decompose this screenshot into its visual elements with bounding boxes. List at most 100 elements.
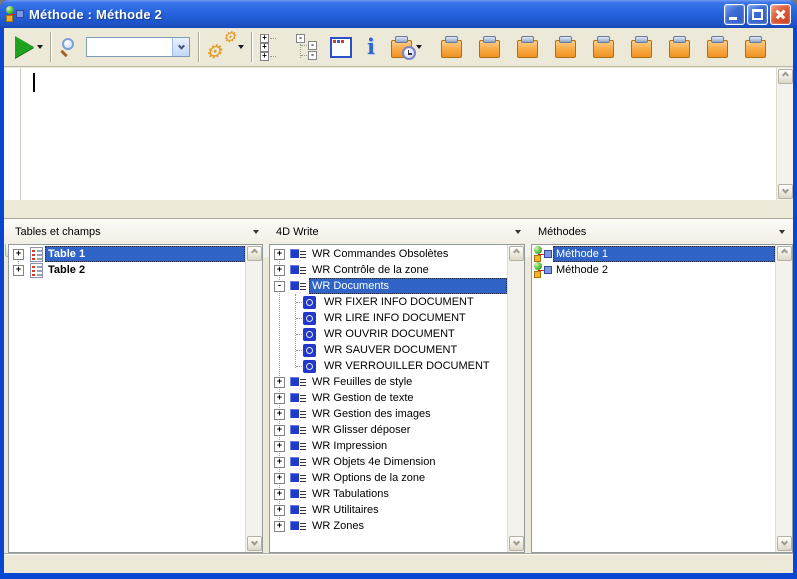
theme-row[interactable]: + WR Objets 4e Dimension: [270, 454, 507, 470]
theme-row[interactable]: + WR Gestion de texte: [270, 390, 507, 406]
clipboard-3-button[interactable]: [513, 31, 542, 63]
theme-row[interactable]: - WR Documents: [270, 278, 507, 294]
theme-label: WR Zones: [312, 520, 364, 532]
command-row[interactable]: WR SAUVER DOCUMENT: [270, 342, 507, 358]
clipboard-6-button[interactable]: [627, 31, 656, 63]
scroll-down-button[interactable]: [778, 184, 793, 199]
tables-header-label: Tables et champs: [15, 226, 101, 238]
expand-all-button[interactable]: + + +: [257, 31, 283, 63]
method-window-icon[interactable]: [6, 6, 23, 22]
info-icon: i: [367, 35, 375, 59]
expand-toggle[interactable]: +: [274, 393, 285, 404]
editor-vertical-scrollbar[interactable]: [776, 68, 793, 200]
command-label: WR VERROUILLER DOCUMENT: [324, 360, 490, 372]
theme-row[interactable]: + WR Zones: [270, 518, 507, 534]
clipboard-2-button[interactable]: [475, 31, 504, 63]
expand-toggle[interactable]: +: [13, 265, 24, 276]
expand-toggle[interactable]: +: [274, 505, 285, 516]
theme-label: WR Contrôle de la zone: [312, 264, 429, 276]
scroll-up-button[interactable]: [778, 69, 793, 84]
minimize-button[interactable]: [724, 4, 745, 25]
run-dropdown-caret[interactable]: [37, 45, 43, 49]
search-combo-dropdown[interactable]: [172, 38, 189, 56]
run-button[interactable]: [12, 31, 46, 63]
clipboard-4-button[interactable]: [551, 31, 580, 63]
clipboard-9-button[interactable]: [741, 31, 770, 63]
bottom-divider: [4, 553, 793, 554]
new-form-button[interactable]: [327, 31, 355, 63]
code-editor[interactable]: [4, 68, 793, 200]
write-scrollbar[interactable]: [507, 245, 524, 552]
theme-label: WR Documents: [312, 280, 389, 292]
theme-row[interactable]: + WR Feuilles de style: [270, 374, 507, 390]
window-title: Méthode : Méthode 2: [29, 7, 162, 22]
theme-row[interactable]: + WR Glisser déposer: [270, 422, 507, 438]
editor-gutter-divider: [20, 68, 21, 200]
theme-label: WR Impression: [312, 440, 387, 452]
clipboard-1-button[interactable]: [437, 31, 466, 63]
tables-scrollbar[interactable]: [245, 245, 262, 552]
search-input[interactable]: [88, 39, 170, 55]
scroll-up-button[interactable]: [509, 246, 524, 261]
theme-icon: [290, 280, 307, 292]
theme-row[interactable]: + WR Tabulations: [270, 486, 507, 502]
info-button[interactable]: i: [364, 31, 378, 63]
collapse-toggle[interactable]: -: [274, 281, 285, 292]
methods-header-menu-caret[interactable]: [779, 230, 785, 234]
theme-icon: [290, 472, 307, 484]
expand-toggle[interactable]: +: [274, 425, 285, 436]
methods-scrollbar[interactable]: [775, 245, 792, 552]
theme-label: WR Options de la zone: [312, 472, 425, 484]
expand-toggle[interactable]: +: [13, 249, 24, 260]
expand-toggle[interactable]: +: [274, 249, 285, 260]
expand-toggle[interactable]: +: [274, 457, 285, 468]
collapse-all-button[interactable]: - - -: [293, 31, 323, 63]
expand-toggle[interactable]: +: [274, 473, 285, 484]
expand-toggle[interactable]: +: [274, 441, 285, 452]
tables-header-menu-caret[interactable]: [253, 230, 259, 234]
scroll-up-button[interactable]: [777, 246, 792, 261]
methods-panel: Méthode 1 Méthode 2: [531, 244, 793, 553]
clipboard-5-button[interactable]: [589, 31, 618, 63]
theme-row[interactable]: + WR Commandes Obsolètes: [270, 246, 507, 262]
search-button[interactable]: [56, 31, 82, 63]
search-combobox[interactable]: [86, 37, 190, 57]
expand-toggle[interactable]: +: [274, 409, 285, 420]
method-row[interactable]: Méthode 1: [532, 246, 775, 262]
command-row[interactable]: WR OUVRIR DOCUMENT: [270, 326, 507, 342]
table-label: Table 2: [48, 264, 85, 276]
write-header-menu-caret[interactable]: [515, 230, 521, 234]
paste-history-caret[interactable]: [416, 45, 422, 49]
theme-row[interactable]: + WR Gestion des images: [270, 406, 507, 422]
paste-history-button[interactable]: [387, 31, 425, 63]
clipboard-8-button[interactable]: [703, 31, 732, 63]
table-row[interactable]: + Table 1: [9, 246, 245, 262]
table-row[interactable]: + Table 2: [9, 262, 245, 278]
theme-icon: [290, 456, 307, 468]
scroll-down-button[interactable]: [509, 536, 524, 551]
maximize-button[interactable]: [747, 4, 768, 25]
macros-button[interactable]: ⚙⚙: [204, 31, 247, 63]
command-row[interactable]: WR VERROUILLER DOCUMENT: [270, 358, 507, 374]
scroll-down-button[interactable]: [777, 536, 792, 551]
expand-toggle[interactable]: +: [274, 377, 285, 388]
theme-row[interactable]: + WR Contrôle de la zone: [270, 262, 507, 278]
titlebar: Méthode : Méthode 2: [0, 0, 797, 28]
expand-toggle[interactable]: +: [274, 521, 285, 532]
expand-toggle[interactable]: +: [274, 265, 285, 276]
scroll-up-button[interactable]: [247, 246, 262, 261]
method-row[interactable]: Méthode 2: [532, 262, 775, 278]
method-icon: [534, 246, 551, 262]
command-icon: [303, 328, 316, 341]
macros-dropdown-caret[interactable]: [238, 45, 244, 49]
command-row[interactable]: WR LIRE INFO DOCUMENT: [270, 310, 507, 326]
expand-toggle[interactable]: +: [274, 489, 285, 500]
command-row[interactable]: WR FIXER INFO DOCUMENT: [270, 294, 507, 310]
scroll-down-button[interactable]: [247, 536, 262, 551]
theme-row[interactable]: + WR Options de la zone: [270, 470, 507, 486]
command-icon: [303, 296, 316, 309]
theme-row[interactable]: + WR Utilitaires: [270, 502, 507, 518]
clipboard-7-button[interactable]: [665, 31, 694, 63]
theme-row[interactable]: + WR Impression: [270, 438, 507, 454]
close-button[interactable]: [770, 4, 791, 25]
